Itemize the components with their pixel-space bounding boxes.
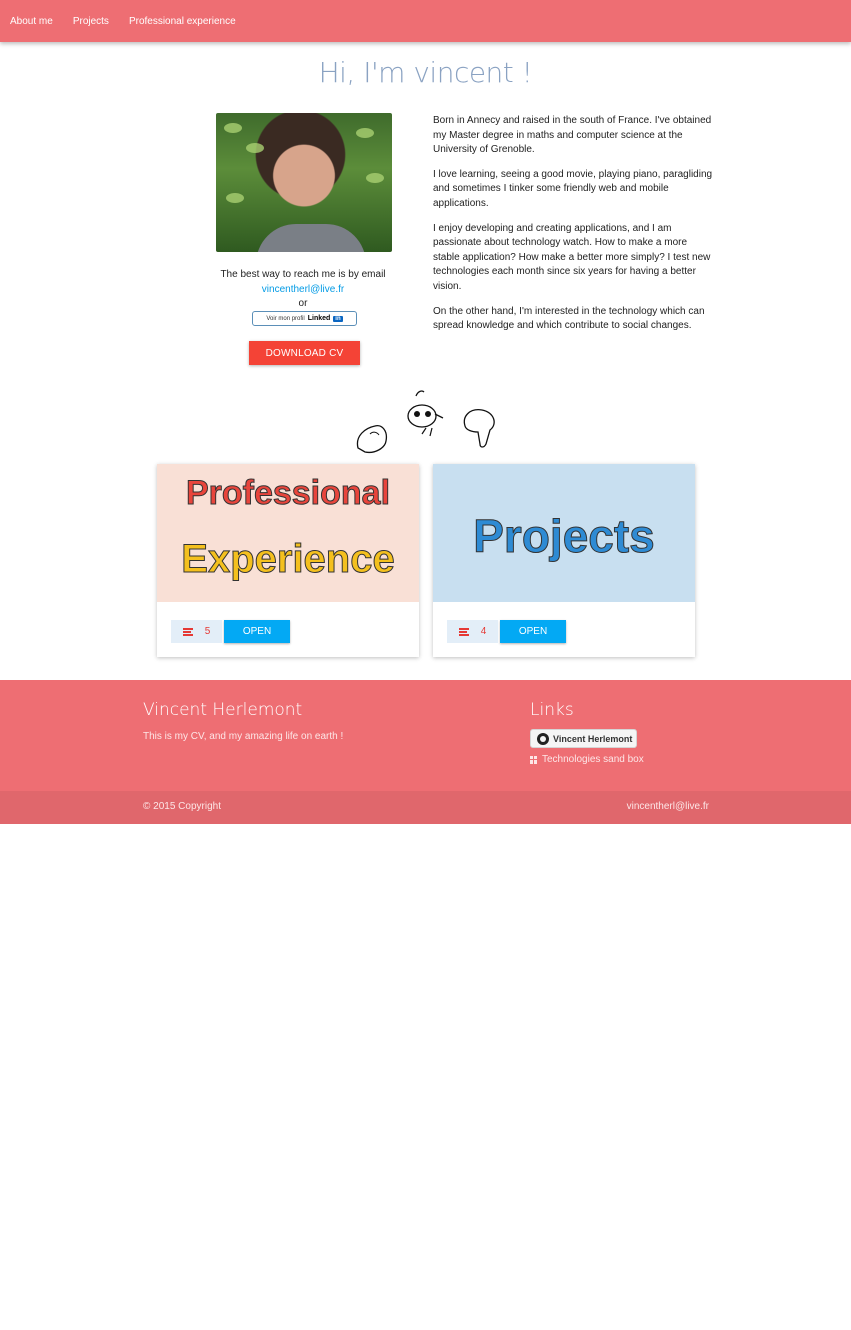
footer-email-link[interactable]: vincentherl@live.fr <box>627 801 709 812</box>
grid-icon <box>530 755 538 764</box>
professional-experience-card: Professional Experience 5 OPEN <box>157 464 419 657</box>
page-title: Hi, I'm vincent ! <box>318 56 533 89</box>
nav-professional-experience[interactable]: Professional experience <box>129 16 236 27</box>
github-icon <box>537 732 549 745</box>
contact-block: The best way to reach me is by email vin… <box>200 268 406 312</box>
linkedin-icon: in <box>333 315 343 322</box>
linkedin-logo-text: Linked <box>307 315 331 322</box>
nav-projects[interactable]: Projects <box>73 16 109 27</box>
experience-count-badge: 5 <box>171 620 222 643</box>
download-cv-button[interactable]: DOWNLOAD CV <box>249 341 360 365</box>
bio-paragraph: I enjoy developing and creating applicat… <box>433 222 711 292</box>
bio-paragraph: Born in Annecy and raised in the south o… <box>433 115 712 156</box>
bio-paragraph: I love learning, seeing a good movie, pl… <box>433 168 713 209</box>
open-experience-button[interactable]: OPEN <box>224 620 290 643</box>
top-navbar: About me Projects Professional experienc… <box>0 0 851 42</box>
profile-photo <box>216 113 392 252</box>
technologies-sandbox-link[interactable]: Technologies sand box <box>530 754 644 765</box>
list-icon <box>182 628 193 636</box>
footer: Vincent Herlemont This is my CV, and my … <box>0 680 851 791</box>
projects-count-badge: 4 <box>447 620 498 643</box>
copyright-text: © 2015 Copyright <box>143 801 221 812</box>
banner-text-projects: Projects <box>473 510 655 562</box>
professional-experience-banner: Professional Experience <box>157 464 419 602</box>
nav-about-me[interactable]: About me <box>10 16 53 27</box>
bio-paragraph: On the other hand, I'm interested in the… <box>433 305 705 332</box>
projects-banner: Projects <box>433 464 695 602</box>
banner-text-professional: Professional <box>186 474 390 512</box>
linkedin-profile-button[interactable]: Voir mon profil Linked in <box>252 311 357 326</box>
github-button[interactable]: Vincent Herlemont <box>530 729 637 748</box>
experience-count: 5 <box>204 626 211 637</box>
open-projects-button[interactable]: OPEN <box>500 620 566 643</box>
github-label: Vincent Herlemont <box>553 733 633 744</box>
linkedin-prefix: Voir mon profil <box>266 315 305 322</box>
footer-tagline: This is my CV, and my amazing life on ea… <box>143 731 344 742</box>
footer-links-title: Links <box>530 700 574 720</box>
banner-text-experience: Experience <box>181 537 394 581</box>
list-icon <box>458 628 469 636</box>
email-link[interactable]: vincentherl@live.fr <box>262 284 344 295</box>
footer-name: Vincent Herlemont <box>143 700 303 720</box>
copyright-bar: © 2015 Copyright vincentherl@live.fr <box>0 791 851 824</box>
or-text: or <box>298 298 308 309</box>
pointing-hands-doodle-icon <box>356 390 495 454</box>
bio-section: Born in Annecy and raised in the south o… <box>433 114 713 344</box>
projects-count: 4 <box>480 626 487 637</box>
reach-text: The best way to reach me is by email <box>220 269 386 280</box>
sandbox-label: Technologies sand box <box>542 754 644 765</box>
projects-card: Projects 4 OPEN <box>433 464 695 657</box>
